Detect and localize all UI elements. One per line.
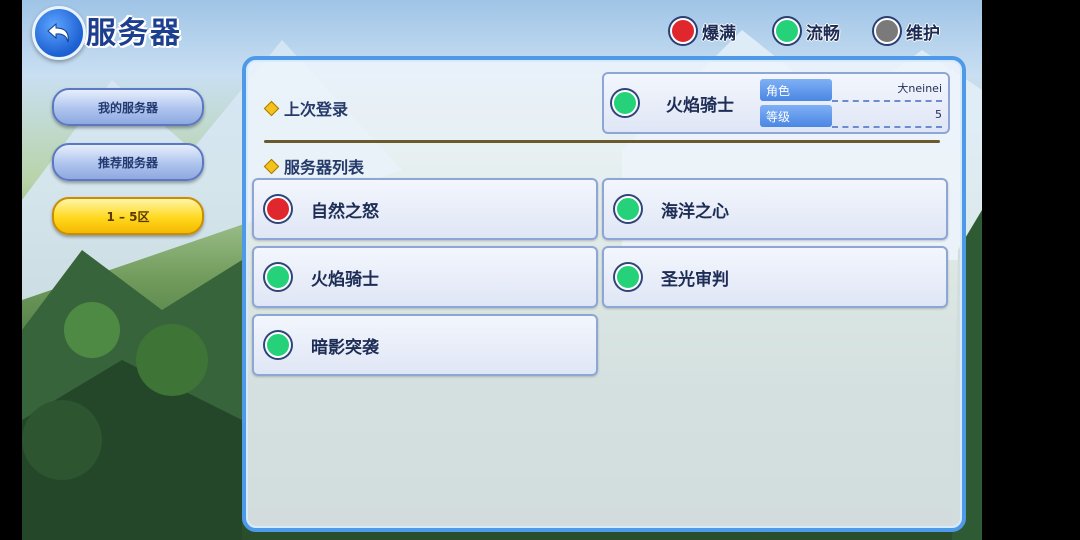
legend-full: 爆满 xyxy=(670,18,736,44)
status-smooth-icon xyxy=(265,264,291,290)
status-smooth-icon xyxy=(615,264,641,290)
server-card[interactable]: 暗影突袭 xyxy=(252,314,598,376)
legend-label-maintenance: 维护 xyxy=(906,23,940,44)
status-smooth-icon xyxy=(615,196,641,222)
status-smooth-icon xyxy=(265,332,291,358)
status-full-icon xyxy=(265,196,291,222)
legend-label-smooth: 流畅 xyxy=(806,23,840,44)
status-smooth-icon xyxy=(774,18,800,44)
level-key: 等级 xyxy=(760,105,832,127)
role-row: 角色 大neinei xyxy=(760,78,942,102)
sidebar-item-zone-1-5[interactable]: 1 – 5区 xyxy=(52,197,204,235)
back-arrow-icon xyxy=(47,22,69,43)
server-list-text: 服务器列表 xyxy=(284,158,365,177)
server-card[interactable]: 火焰骑士 xyxy=(252,246,598,308)
diamond-icon xyxy=(263,158,280,174)
status-full-icon xyxy=(670,18,696,44)
diamond-icon xyxy=(263,100,280,116)
sidebar-item-my-servers[interactable]: 我的服务器 xyxy=(52,88,204,126)
back-button[interactable] xyxy=(32,6,86,60)
legend-smooth: 流畅 xyxy=(774,18,840,44)
role-key: 角色 xyxy=(760,79,832,101)
page-title: 服务器 xyxy=(86,16,182,51)
last-login-text: 上次登录 xyxy=(284,100,349,119)
role-value: 大neinei xyxy=(832,78,942,102)
level-value: 5 xyxy=(832,104,942,128)
level-row: 等级 5 xyxy=(760,104,942,128)
server-name: 海洋之心 xyxy=(661,201,729,222)
legend-maintenance: 维护 xyxy=(874,18,940,44)
last-login-label: 上次登录 xyxy=(263,96,349,120)
game-screen: 服务器 我的服务器 推荐服务器 1 – 5区 爆满 流畅 维护 上次登录 火焰骑… xyxy=(22,0,982,540)
status-maintenance-icon xyxy=(874,18,900,44)
legend-label-full: 爆满 xyxy=(702,23,736,44)
server-panel: 上次登录 火焰骑士 角色 大neinei 等级 5 服务器列表 自然之怒 海洋之… xyxy=(242,56,966,532)
server-card[interactable]: 海洋之心 xyxy=(602,178,948,240)
sidebar-item-recommended-servers[interactable]: 推荐服务器 xyxy=(52,143,204,181)
server-list-label: 服务器列表 xyxy=(263,154,365,178)
server-name: 圣光审判 xyxy=(661,269,729,290)
last-login-server-card[interactable]: 火焰骑士 角色 大neinei 等级 5 xyxy=(602,72,950,134)
divider xyxy=(264,140,940,143)
server-name: 火焰骑士 xyxy=(311,269,379,290)
server-name: 自然之怒 xyxy=(311,201,379,222)
status-smooth-icon xyxy=(612,90,638,116)
server-card[interactable]: 圣光审判 xyxy=(602,246,948,308)
server-card[interactable]: 自然之怒 xyxy=(252,178,598,240)
last-login-server-name: 火焰骑士 xyxy=(666,95,734,116)
server-name: 暗影突袭 xyxy=(311,337,379,358)
